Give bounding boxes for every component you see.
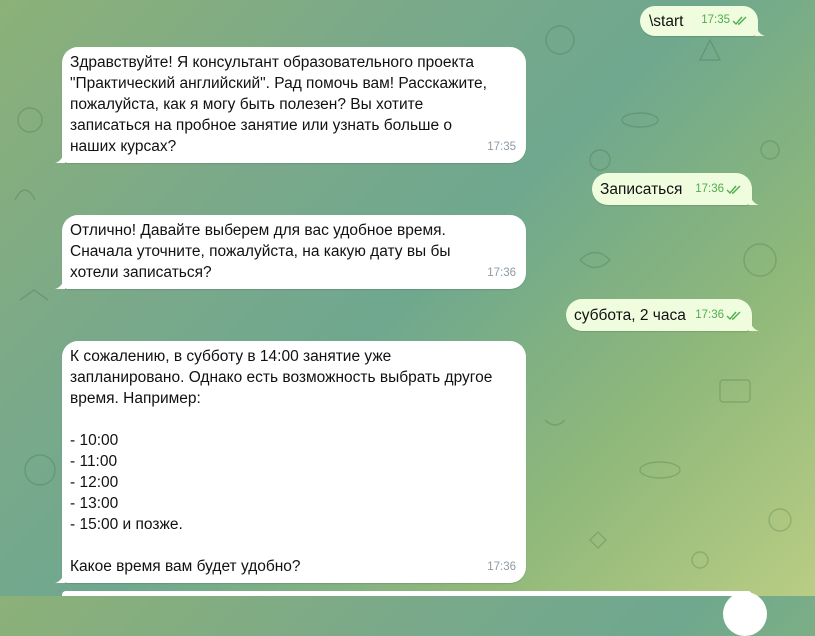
- incoming-message[interactable]: Здравствуйте! Я консультант образователь…: [55, 47, 526, 163]
- bubble-tail: [55, 569, 65, 583]
- message-time: 17:35: [487, 141, 516, 153]
- message-time: 17:36: [487, 561, 516, 573]
- double-check-icon: [726, 185, 741, 194]
- message-text: К сожалению, в субботу в 14:00 занятие у…: [70, 348, 493, 575]
- message-text: Отлично! Давайте выберем для вас удобное…: [70, 222, 451, 281]
- incoming-message[interactable]: К сожалению, в субботу в 14:00 занятие у…: [55, 341, 526, 583]
- outgoing-message[interactable]: \start 17:35: [640, 6, 765, 36]
- bubble-tail: [749, 191, 759, 205]
- message-meta: 17:36: [695, 305, 742, 326]
- message-time: 17:35: [701, 14, 730, 26]
- message-meta: 17:35: [701, 10, 748, 31]
- bubble-tail: [755, 22, 765, 36]
- message-time: 17:36: [695, 309, 724, 321]
- message-input-bar[interactable]: [62, 591, 752, 596]
- incoming-message[interactable]: Отлично! Давайте выберем для вас удобное…: [55, 215, 526, 289]
- message-time: 17:36: [487, 267, 516, 279]
- send-button[interactable]: [723, 592, 767, 636]
- outgoing-message[interactable]: суббота, 2 часа 17:36: [566, 299, 759, 331]
- message-time: 17:36: [695, 183, 724, 195]
- message-text: Здравствуйте! Я консультант образователь…: [70, 54, 487, 155]
- chat-window: { "messages": [ {"direction": "out", "te…: [0, 0, 815, 636]
- bubble-tail: [55, 149, 65, 163]
- double-check-icon: [726, 311, 741, 320]
- outgoing-message[interactable]: Записаться 17:36: [592, 173, 759, 205]
- bubble-tail: [749, 317, 759, 331]
- bubble-tail: [55, 275, 65, 289]
- message-meta: 17:36: [695, 179, 742, 200]
- double-check-icon: [732, 16, 747, 25]
